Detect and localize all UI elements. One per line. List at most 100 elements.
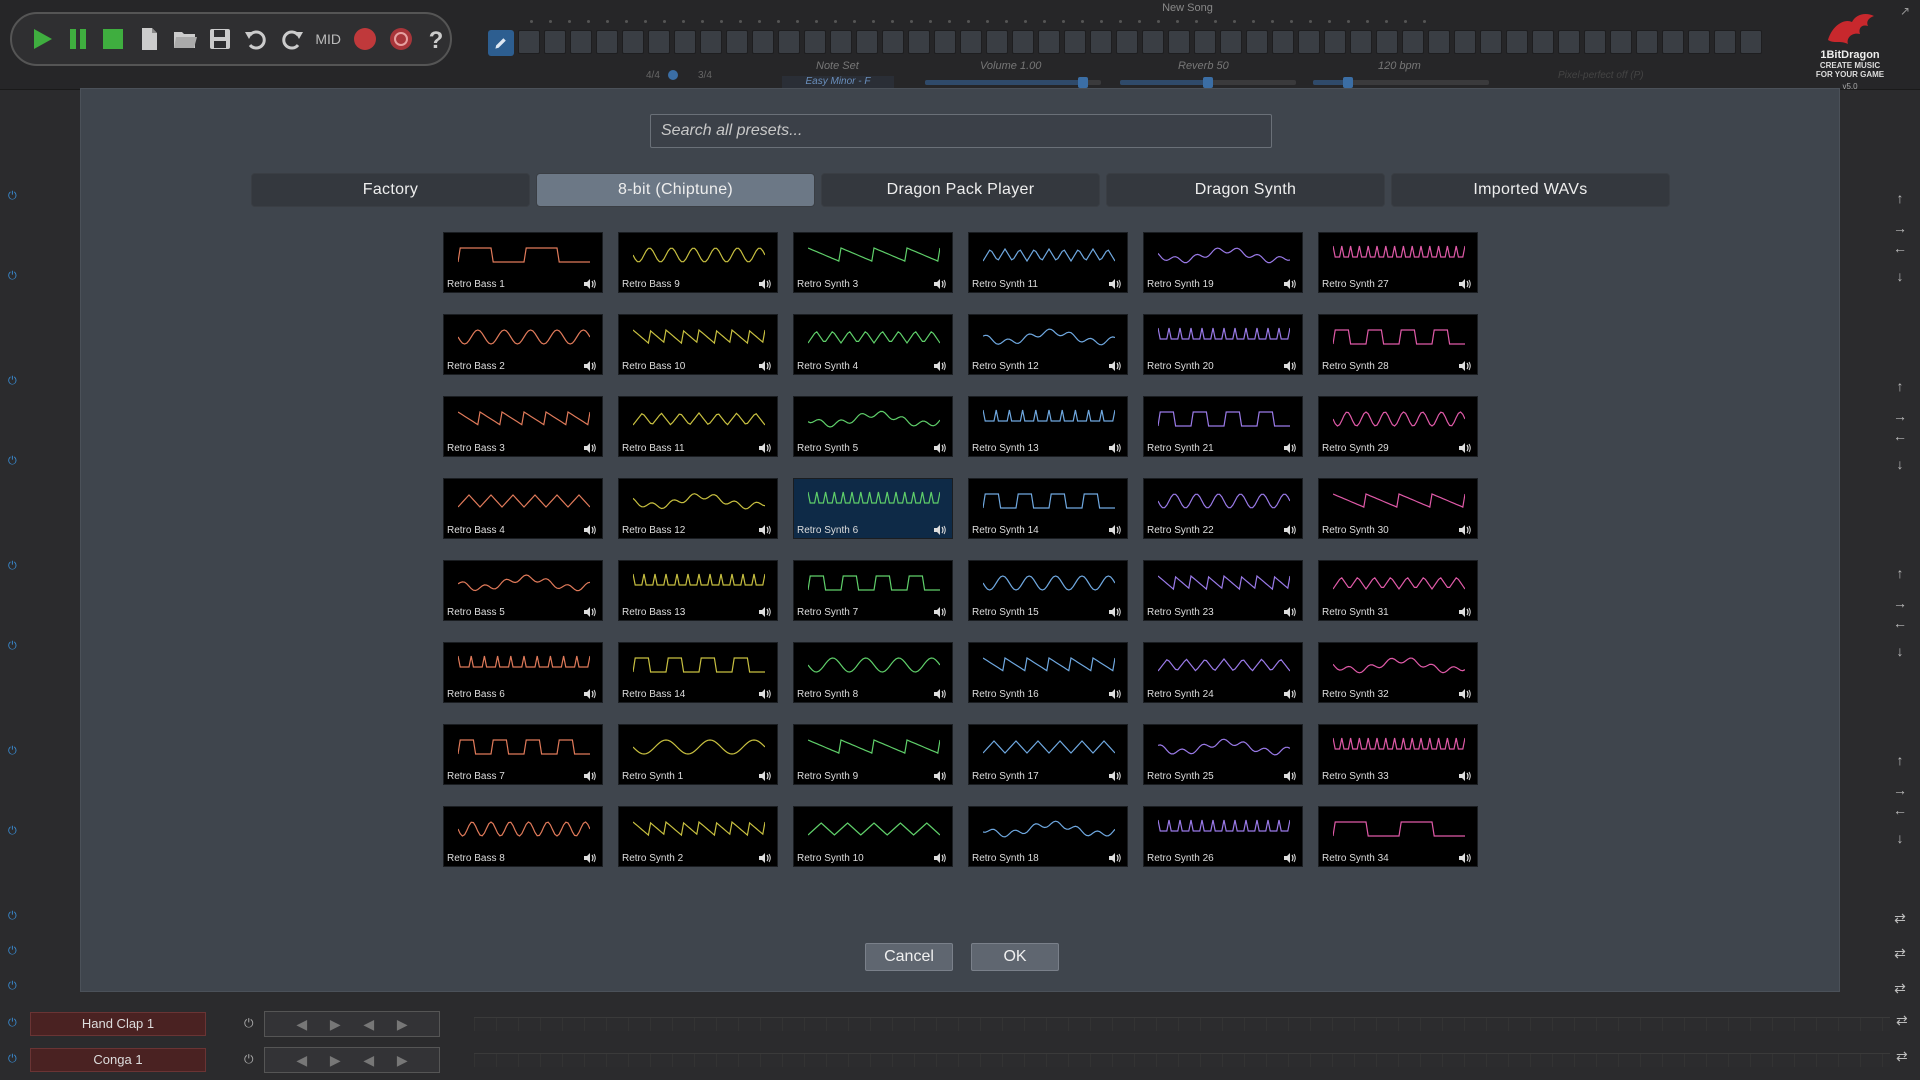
tempo-slider[interactable]	[1313, 77, 1489, 88]
step-cell[interactable]	[1246, 30, 1268, 54]
preset-tile[interactable]: Retro Bass 5	[443, 560, 603, 621]
tab-factory[interactable]: Factory	[251, 173, 530, 207]
move-arrow-icon[interactable]: →	[1890, 782, 1910, 798]
speaker-icon[interactable]	[934, 771, 946, 781]
speaker-icon[interactable]	[1459, 361, 1471, 371]
power-icon[interactable]: ⏻	[8, 910, 22, 924]
step-cell[interactable]	[1142, 30, 1164, 54]
preset-tile[interactable]: Retro Synth 16	[968, 642, 1128, 703]
left-arrow-icon[interactable]: ◀	[296, 1052, 307, 1069]
move-arrow-icon[interactable]: ⇄	[1890, 945, 1910, 962]
move-arrow-icon[interactable]: ←	[1890, 428, 1910, 444]
open-folder-icon[interactable]	[171, 25, 199, 53]
power-icon[interactable]: ⏻	[8, 640, 22, 654]
step-cell[interactable]	[1532, 30, 1554, 54]
step-cell[interactable]	[1480, 30, 1502, 54]
step-cell[interactable]	[830, 30, 852, 54]
preset-tile[interactable]: Retro Synth 27	[1318, 232, 1478, 293]
left-arrow-icon[interactable]: ◀	[363, 1052, 374, 1069]
speaker-icon[interactable]	[934, 361, 946, 371]
step-cell[interactable]	[1558, 30, 1580, 54]
step-cell[interactable]	[1376, 30, 1398, 54]
help-icon[interactable]: ?	[422, 25, 450, 53]
speaker-icon[interactable]	[1284, 361, 1296, 371]
preset-tile[interactable]: Retro Synth 17	[968, 724, 1128, 785]
pencil-icon[interactable]	[488, 30, 514, 56]
move-arrow-icon[interactable]: →	[1890, 408, 1910, 424]
step-cell[interactable]	[1740, 30, 1762, 54]
speaker-icon[interactable]	[934, 607, 946, 617]
right-arrow-icon[interactable]: ▶	[330, 1052, 341, 1069]
speaker-icon[interactable]	[759, 443, 771, 453]
step-cell[interactable]	[960, 30, 982, 54]
track-power-icon[interactable]: ⏻	[244, 1052, 254, 1067]
redo-icon[interactable]	[278, 25, 306, 53]
move-arrow-icon[interactable]: ⇄	[1890, 910, 1910, 927]
move-arrow-icon[interactable]: ↑	[1890, 752, 1910, 768]
step-cell[interactable]	[1194, 30, 1216, 54]
speaker-icon[interactable]	[1109, 607, 1121, 617]
step-cell[interactable]	[1428, 30, 1450, 54]
preset-tile[interactable]: Retro Synth 14	[968, 478, 1128, 539]
move-arrow-icon[interactable]: ↓	[1890, 268, 1910, 284]
step-cell[interactable]	[882, 30, 904, 54]
step-cell[interactable]	[1610, 30, 1632, 54]
power-icon[interactable]: ⏻	[8, 980, 22, 994]
volume-slider[interactable]	[925, 77, 1101, 88]
preset-tile[interactable]: Retro Synth 33	[1318, 724, 1478, 785]
step-cell[interactable]	[648, 30, 670, 54]
preset-tile[interactable]: Retro Synth 30	[1318, 478, 1478, 539]
power-icon[interactable]: ⏻	[8, 375, 22, 389]
speaker-icon[interactable]	[759, 525, 771, 535]
step-cell[interactable]	[856, 30, 878, 54]
speaker-icon[interactable]	[759, 279, 771, 289]
right-arrow-icon[interactable]: ▶	[397, 1016, 408, 1033]
step-cell[interactable]	[596, 30, 618, 54]
power-icon[interactable]: ⏻	[8, 270, 22, 284]
record-icon[interactable]	[351, 25, 379, 53]
preset-tile[interactable]: Retro Bass 10	[618, 314, 778, 375]
preset-tile[interactable]: Retro Synth 21	[1143, 396, 1303, 457]
preset-tile[interactable]: Retro Synth 13	[968, 396, 1128, 457]
step-cell[interactable]	[908, 30, 930, 54]
time-signature-4-4[interactable]: 4/4	[646, 70, 660, 81]
preset-tile[interactable]: Retro Synth 20	[1143, 314, 1303, 375]
step-cell[interactable]	[1272, 30, 1294, 54]
loop-icon[interactable]	[387, 25, 415, 53]
step-cell[interactable]	[1506, 30, 1528, 54]
preset-tile[interactable]: Retro Synth 7	[793, 560, 953, 621]
move-arrow-icon[interactable]: ←	[1890, 615, 1910, 631]
speaker-icon[interactable]	[584, 771, 596, 781]
preset-tile[interactable]: Retro Synth 4	[793, 314, 953, 375]
move-arrow-icon[interactable]: ↑	[1890, 190, 1910, 206]
speaker-icon[interactable]	[934, 689, 946, 699]
preset-tile[interactable]: Retro Synth 6	[793, 478, 953, 539]
step-cell[interactable]	[1012, 30, 1034, 54]
preset-tile[interactable]: Retro Synth 34	[1318, 806, 1478, 867]
speaker-icon[interactable]	[1459, 689, 1471, 699]
step-cell[interactable]	[518, 30, 540, 54]
preset-tile[interactable]: Retro Synth 32	[1318, 642, 1478, 703]
move-arrow-icon[interactable]: ↓	[1890, 456, 1910, 472]
move-arrow-icon[interactable]: ↑	[1890, 378, 1910, 394]
move-arrow-icon[interactable]: ←	[1890, 240, 1910, 256]
speaker-icon[interactable]	[759, 607, 771, 617]
track-pan-control[interactable]: ◀ ▶ ◀ ▶	[264, 1047, 440, 1073]
move-arrow-icon[interactable]: ↓	[1890, 830, 1910, 846]
preset-tile[interactable]: Retro Bass 14	[618, 642, 778, 703]
step-cell[interactable]	[1220, 30, 1242, 54]
step-cell[interactable]	[700, 30, 722, 54]
speaker-icon[interactable]	[1109, 689, 1121, 699]
preset-tile[interactable]: Retro Synth 8	[793, 642, 953, 703]
move-arrow-icon[interactable]: →	[1890, 595, 1910, 611]
speaker-icon[interactable]	[934, 443, 946, 453]
preset-tile[interactable]: Retro Bass 8	[443, 806, 603, 867]
step-cell[interactable]	[1324, 30, 1346, 54]
speaker-icon[interactable]	[1109, 771, 1121, 781]
speaker-icon[interactable]	[759, 361, 771, 371]
speaker-icon[interactable]	[934, 525, 946, 535]
preset-tile[interactable]: Retro Bass 9	[618, 232, 778, 293]
cancel-button[interactable]: Cancel	[865, 943, 953, 971]
preset-tile[interactable]: Retro Bass 4	[443, 478, 603, 539]
speaker-icon[interactable]	[584, 853, 596, 863]
